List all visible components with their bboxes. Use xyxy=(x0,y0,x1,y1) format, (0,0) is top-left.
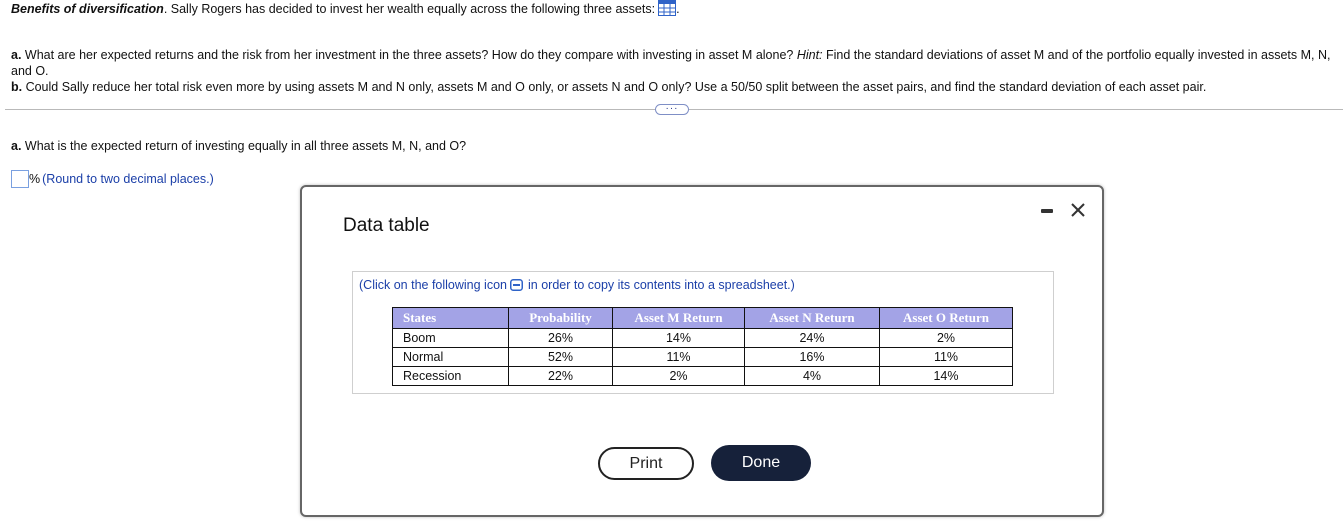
cell-asset-m: 11% xyxy=(612,347,745,367)
answer-unit: % xyxy=(29,172,41,186)
cell-asset-m: 14% xyxy=(612,328,745,348)
sub-question-label: a. xyxy=(11,139,22,153)
data-table-panel: (Click on the following icon in order to … xyxy=(352,271,1054,394)
header-asset-o: Asset O Return xyxy=(879,307,1013,329)
copy-note: (Click on the following icon in order to … xyxy=(359,278,795,294)
table-header-row: States Probability Asset M Return Asset … xyxy=(392,307,1013,329)
header-states: States xyxy=(392,307,509,329)
part-a-hint-label: Hint: xyxy=(796,47,823,62)
answer-hint: (Round to two decimal places.) xyxy=(42,172,214,186)
data-table-icon[interactable] xyxy=(658,0,677,20)
part-b-question: Could Sally reduce her total risk even m… xyxy=(22,79,1207,94)
cell-state: Normal xyxy=(392,347,509,367)
cell-asset-m: 2% xyxy=(612,366,745,386)
sub-question: a. What is the expected return of invest… xyxy=(11,139,466,154)
cell-asset-n: 4% xyxy=(744,366,880,386)
header-probability: Probability xyxy=(508,307,613,329)
done-button[interactable]: Done xyxy=(711,445,811,481)
cell-asset-n: 16% xyxy=(744,347,880,367)
cell-probability: 52% xyxy=(508,347,613,367)
cell-asset-o: 14% xyxy=(879,366,1013,386)
header-asset-m: Asset M Return xyxy=(612,307,745,329)
copy-note-before: (Click on the following icon xyxy=(359,278,507,292)
answer-row: % (Round to two decimal places.) xyxy=(11,170,214,188)
answer-input[interactable] xyxy=(11,170,29,188)
cell-asset-n: 24% xyxy=(744,328,880,348)
part-a-label: a. xyxy=(11,47,22,62)
table-row: Boom 26% 14% 24% 2% xyxy=(392,328,1013,348)
sub-question-text: What is the expected return of investing… xyxy=(21,139,467,153)
cell-state: Recession xyxy=(392,366,509,386)
problem-title-text: . Sally Rogers has decided to invest her… xyxy=(163,2,656,16)
part-b-label: b. xyxy=(11,79,23,94)
minimize-icon[interactable] xyxy=(1041,209,1053,213)
data-table-dialog: Data table (Click on the following icon i… xyxy=(300,185,1104,517)
problem-statement: Benefits of diversification. Sally Roger… xyxy=(11,0,1336,20)
cell-asset-o: 11% xyxy=(879,347,1013,367)
table-row: Recession 22% 2% 4% 14% xyxy=(392,366,1013,386)
problem-title: Benefits of diversification. Sally Roger… xyxy=(11,0,1336,20)
part-a-question: What are her expected returns and the ri… xyxy=(21,47,797,62)
dialog-title: Data table xyxy=(343,215,430,236)
expand-button[interactable]: ··· xyxy=(655,104,689,115)
cell-probability: 26% xyxy=(508,328,613,348)
copy-note-after: in order to copy its contents into a spr… xyxy=(528,278,795,292)
part-a-text: a. What are her expected returns and the… xyxy=(11,47,1336,79)
copy-spreadsheet-icon[interactable] xyxy=(510,279,523,294)
part-b-text: b. Could Sally reduce her total risk eve… xyxy=(11,79,1336,95)
returns-table: States Probability Asset M Return Asset … xyxy=(392,307,1013,386)
header-asset-n: Asset N Return xyxy=(744,307,880,329)
cell-state: Boom xyxy=(392,328,509,348)
problem-title-bold: Benefits of diversification xyxy=(11,2,164,16)
cell-asset-o: 2% xyxy=(879,328,1013,348)
problem-title-end: . xyxy=(676,2,680,16)
print-button[interactable]: Print xyxy=(598,447,694,480)
table-row: Normal 52% 11% 16% 11% xyxy=(392,347,1013,367)
cell-probability: 22% xyxy=(508,366,613,386)
close-icon[interactable] xyxy=(1069,201,1087,219)
